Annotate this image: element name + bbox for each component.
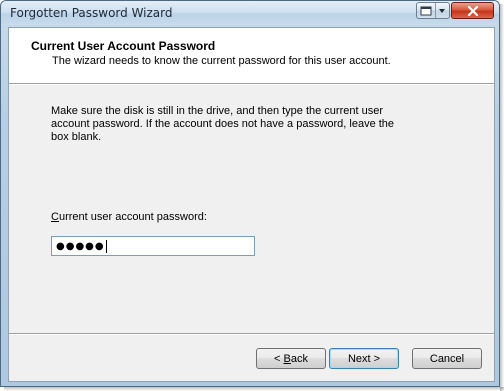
password-label-accelerator: C [51, 211, 59, 223]
back-button[interactable]: < Back [256, 348, 326, 369]
cancel-button-label: Cancel [429, 352, 465, 365]
chevron-down-icon [439, 8, 445, 13]
help-icon [420, 6, 432, 15]
back-button-label: ack [290, 352, 308, 365]
title-controls [416, 2, 450, 19]
password-label: Current user account password: [51, 211, 207, 223]
window-shadow-bottom [4, 387, 504, 391]
window-title: Forgotten Password Wizard [10, 6, 173, 20]
close-icon [467, 5, 478, 16]
cancel-button[interactable]: Cancel [412, 348, 482, 369]
footer-divider [9, 333, 494, 335]
password-masked-value: ●●●●● [56, 240, 105, 252]
back-button-prefix: < [274, 352, 284, 365]
title-bar[interactable]: Forgotten Password Wizard [1, 1, 499, 25]
window-shadow-right [500, 4, 504, 391]
next-button-label: Next > [347, 352, 381, 365]
wizard-header: Current User Account Password The wizard… [9, 28, 494, 84]
next-button[interactable]: Next > [329, 348, 399, 369]
help-button[interactable] [417, 3, 436, 18]
instructions-text: Make sure the disk is still in the drive… [51, 105, 395, 143]
wizard-window: Forgotten Password Wizard Current User A [0, 0, 500, 387]
window-menu-button[interactable] [435, 3, 449, 18]
close-button[interactable] [451, 2, 494, 19]
password-input[interactable]: ●●●●● [51, 236, 255, 256]
password-label-text: urrent user account password: [58, 211, 207, 223]
page-subtitle: The wizard needs to know the current pas… [52, 55, 391, 67]
page-title: Current User Account Password [31, 39, 216, 53]
wizard-client-area: Current User Account Password The wizard… [8, 27, 495, 382]
back-button-accelerator: B [283, 352, 291, 365]
